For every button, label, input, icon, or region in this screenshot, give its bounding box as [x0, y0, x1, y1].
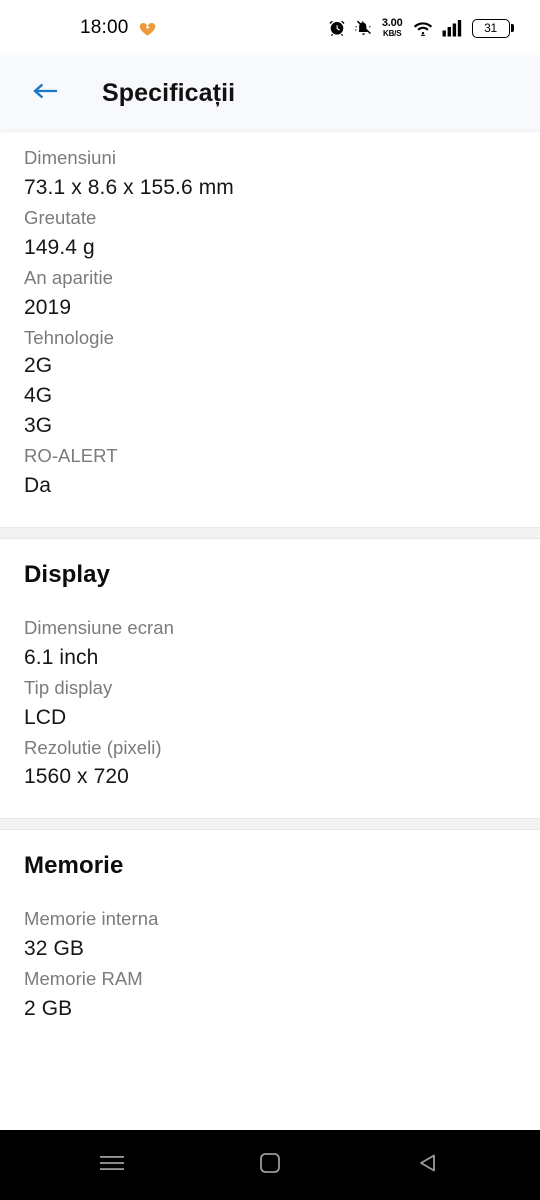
spec-row: Dimensiune ecran 6.1 inch [24, 615, 516, 673]
section-bottom-padding [24, 502, 516, 527]
spec-label: Dimensiuni [24, 147, 117, 168]
sections-container: Dimensiuni 73.1 x 8.6 x 155.6 mm Greutate 1… [0, 130, 540, 1051]
network-speed-value: 3.00 [381, 17, 403, 29]
heart-icon [138, 19, 157, 38]
alarm-clock-icon [328, 19, 346, 37]
spec-row: Memorie interna 32 GB [24, 906, 516, 964]
status-time: 18:00 [80, 17, 129, 38]
status-bar-right: 3.00 KB/S 31 [328, 18, 514, 38]
wifi-icon [412, 19, 434, 37]
spec-label: RO-ALERT [24, 444, 118, 466]
bell-muted-icon [354, 19, 373, 37]
system-navigation-bar [0, 1130, 540, 1200]
spec-value: Da [24, 473, 52, 497]
spec-value: 2G [24, 354, 53, 378]
spec-row: Tehnologie 2G 4G 3G [24, 325, 516, 441]
network-speed-indicator: 3.00 KB/S [382, 18, 403, 38]
battery-level: 31 [484, 21, 497, 35]
spec-section: Memorie Memorie interna 32 GB Memorie RAM 2 … [0, 830, 540, 1051]
back-button[interactable] [26, 74, 64, 112]
spec-row: RO-ALERT Da [24, 443, 516, 501]
status-bar-left: 18:00 [80, 17, 157, 39]
spec-value: 1560 x 720 [24, 765, 129, 789]
back-triangle-icon [416, 1151, 440, 1180]
battery-indicator: 31 [471, 18, 514, 38]
spec-label: Tip display [24, 676, 113, 698]
spec-label: Tehnologie [24, 326, 114, 348]
spec-value: 2019 [24, 295, 72, 319]
spec-row: Dimensiuni 73.1 x 8.6 x 155.6 mm [24, 145, 516, 203]
specs-content[interactable]: Dimensiuni 73.1 x 8.6 x 155.6 mm Greutate 1… [0, 130, 540, 1130]
network-speed-unit: KB/S [383, 29, 402, 38]
back-nav-button[interactable] [405, 1142, 451, 1188]
section-divider [0, 526, 540, 539]
battery-cap [511, 24, 514, 32]
spec-value: 149.4 g [24, 235, 95, 259]
spec-label: An aparitie [24, 266, 113, 288]
spec-value: 3G [24, 414, 53, 438]
spec-value: 6.1 inch [24, 645, 99, 669]
spec-row: Greutate 149.4 g [24, 205, 516, 263]
app-header: Specificații [0, 56, 540, 130]
spec-value: 4G [24, 384, 53, 408]
menu-lines-icon [99, 1153, 125, 1178]
cellular-signal-icon [442, 19, 464, 37]
section-divider [0, 818, 540, 831]
spec-label: Greutate [24, 206, 97, 228]
recents-button[interactable] [89, 1142, 135, 1188]
section-title: Memorie [24, 852, 124, 880]
spec-row: An aparitie 2019 [24, 265, 516, 323]
spec-section: Display Dimensiune ecran 6.1 inch Tip displ… [0, 538, 540, 819]
spec-label: Rezolutie (pixeli) [24, 736, 162, 758]
spec-row: Tip display LCD [24, 675, 516, 733]
section-bottom-padding [24, 1026, 516, 1051]
battery-body: 31 [471, 18, 510, 38]
page-title: Specificații [102, 78, 236, 107]
spec-row: Memorie RAM 2 GB [24, 966, 516, 1024]
home-square-icon [258, 1151, 282, 1180]
status-bar: 18:00 3.00 KB/S 31 [0, 0, 540, 56]
arrow-left-icon [30, 79, 60, 108]
spec-value: 2 GB [24, 997, 73, 1021]
spec-section: Dimensiuni 73.1 x 8.6 x 155.6 mm Greutate 1… [0, 130, 540, 527]
spec-value: 73.1 x 8.6 x 155.6 mm [24, 175, 234, 199]
spec-value: 32 GB [24, 937, 85, 961]
spec-value: LCD [24, 705, 67, 729]
spec-label: Memorie RAM [24, 968, 143, 990]
section-bottom-padding [24, 794, 516, 819]
section-title: Display [24, 560, 111, 588]
home-button[interactable] [247, 1142, 293, 1188]
spec-label: Memorie interna [24, 908, 159, 930]
spec-label: Dimensiune ecran [24, 616, 174, 638]
spec-row: Rezolutie (pixeli) 1560 x 720 [24, 735, 516, 793]
phone-screen: 18:00 3.00 KB/S 31 Specificații Dimensiu… [0, 0, 540, 1200]
